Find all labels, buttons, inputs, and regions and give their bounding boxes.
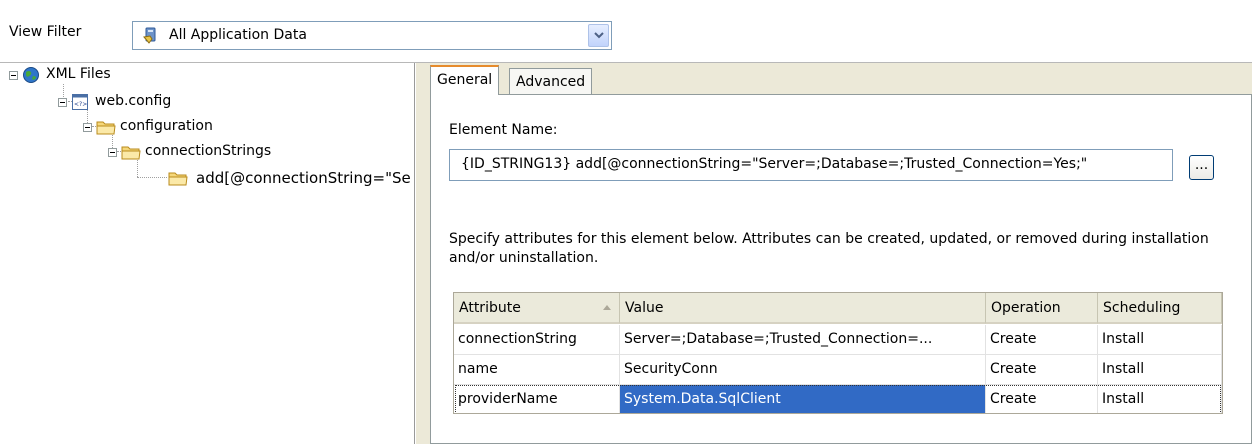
folder-icon — [96, 121, 116, 135]
tree-node-label: connectionStrings — [145, 143, 272, 159]
folder-icon — [121, 146, 141, 160]
tree-node-label: web.config — [95, 93, 172, 109]
view-filter-bar: View Filter All Application Data — [0, 0, 1252, 63]
panel-splitter[interactable] — [415, 63, 426, 444]
tab-advanced[interactable]: Advanced — [509, 68, 593, 94]
tree-node-xml-files[interactable]: XML Files — [0, 66, 200, 88]
tree-node-label: add[@connectionString="Se — [196, 169, 411, 187]
element-name-field[interactable]: {ID_STRING13} add[@connectionString="Ser… — [449, 149, 1173, 181]
xml-file-icon: <?> — [72, 94, 88, 110]
chevron-down-icon — [594, 32, 604, 39]
element-name-label: Element Name: — [449, 122, 558, 138]
cell-attribute[interactable]: providerName — [454, 385, 620, 413]
tree-node-add-element[interactable]: add[@connectionString="Se — [0, 167, 414, 189]
sort-ascending-icon — [603, 305, 611, 310]
column-header-operation[interactable]: Operation — [986, 293, 1098, 324]
app-data-icon — [143, 27, 156, 44]
cell-value[interactable]: SecurityConn — [620, 355, 986, 385]
cell-value-selected[interactable]: System.Data.SqlClient — [620, 385, 986, 413]
column-header-scheduling[interactable]: Scheduling — [1098, 293, 1222, 324]
cell-operation[interactable]: Create — [986, 385, 1098, 413]
attributes-grid[interactable]: Attribute Value Operation Scheduling con… — [453, 292, 1223, 414]
attributes-description: Specify attributes for this element belo… — [449, 231, 1209, 266]
collapse-toggle[interactable] — [58, 98, 67, 107]
column-header-attribute[interactable]: Attribute — [454, 293, 620, 324]
cell-attribute[interactable]: name — [454, 355, 620, 385]
xml-tree[interactable]: XML Files <?> web.config configuration c… — [0, 63, 415, 444]
cell-scheduling[interactable]: Install — [1098, 385, 1222, 413]
folder-icon — [168, 172, 188, 186]
tree-node-label: XML Files — [46, 66, 111, 82]
view-filter-label: View Filter — [9, 24, 82, 40]
browse-button[interactable]: ... — [1189, 155, 1214, 180]
tab-general[interactable]: General — [430, 65, 500, 95]
column-header-value[interactable]: Value — [620, 293, 986, 324]
cell-operation[interactable]: Create — [986, 325, 1098, 355]
collapse-toggle[interactable] — [108, 148, 117, 157]
general-tab-panel: Element Name: {ID_STRING13} add[@connect… — [430, 94, 1252, 444]
cell-scheduling[interactable]: Install — [1098, 355, 1222, 385]
tree-node-label: configuration — [120, 118, 213, 134]
view-filter-value: All Application Data — [169, 27, 307, 43]
properties-panel: General Advanced Element Name: {ID_STRIN… — [426, 63, 1252, 444]
cell-scheduling[interactable]: Install — [1098, 325, 1222, 355]
collapse-toggle[interactable] — [9, 71, 18, 80]
collapse-toggle[interactable] — [83, 123, 92, 132]
globe-icon — [23, 67, 39, 83]
tree-node-connection-strings[interactable]: connectionStrings — [0, 142, 300, 164]
dropdown-arrow-button[interactable] — [588, 24, 609, 47]
tree-node-configuration[interactable]: configuration — [0, 117, 250, 139]
cell-attribute[interactable]: connectionString — [454, 325, 620, 355]
tree-node-web-config[interactable]: <?> web.config — [0, 92, 220, 114]
view-filter-dropdown[interactable]: All Application Data — [132, 21, 612, 50]
cell-operation[interactable]: Create — [986, 355, 1098, 385]
svg-text:<?>: <?> — [74, 101, 87, 108]
cell-value[interactable]: Server=;Database=;Trusted_Connection=... — [620, 325, 986, 355]
